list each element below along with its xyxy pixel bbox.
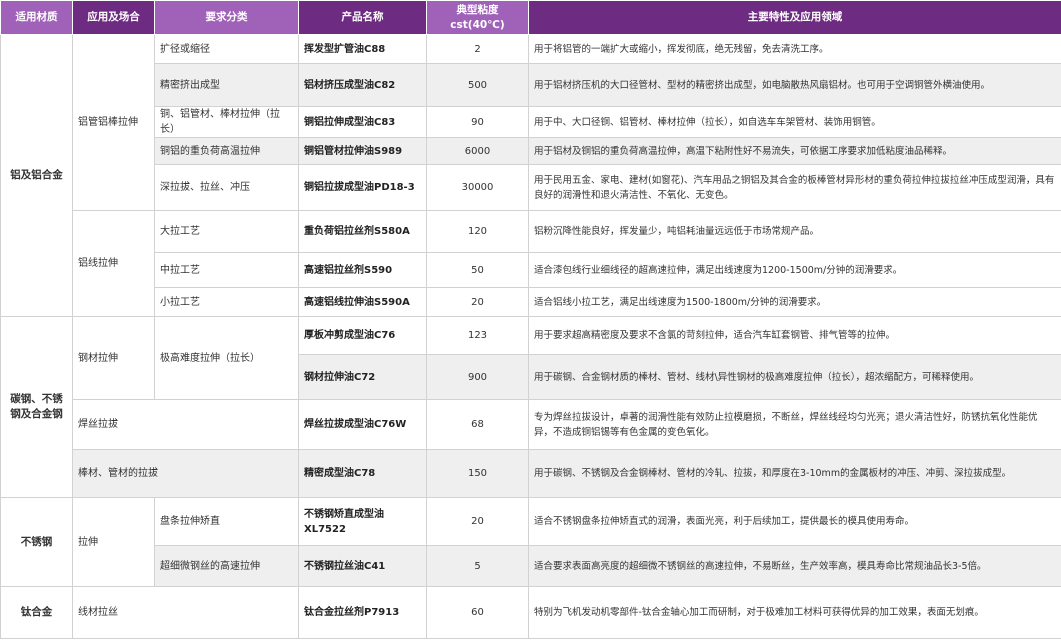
viscosity-value: 20 [426, 287, 529, 317]
material-aluminum: 铝及铝合金 [0, 34, 73, 317]
product-name: 高速铝拉丝剂S590 [298, 252, 427, 288]
feature-description: 适合铝线小拉工艺，满足出线速度为1500-1800m/分钟的润滑要求。 [528, 287, 1061, 317]
viscosity-value: 150 [426, 449, 529, 498]
product-name: 重负荷铝拉丝剂S580A [298, 210, 427, 253]
application-steel-drawing: 钢材拉伸 [72, 316, 155, 400]
viscosity-value: 123 [426, 316, 529, 355]
viscosity-value: 900 [426, 354, 529, 400]
viscosity-value: 60 [426, 586, 529, 639]
table-row: 铜铝的重负荷高温拉伸 铜铝管材拉伸油S989 6000 用于铝材及铜铝的重负荷高… [1, 137, 1061, 165]
feature-description: 用于铝材及铜铝的重负荷高温拉伸，高温下粘附性好不易流失，可依据工序要求加低粘度油… [528, 137, 1061, 165]
feature-description: 专为焊丝拉拔设计，卓著的润滑性能有效防止拉模磨损，不断丝，焊丝线经均匀光亮；退火… [528, 399, 1061, 450]
product-name: 精密成型油C78 [298, 449, 427, 498]
viscosity-value: 90 [426, 106, 529, 138]
feature-description: 用于将铝管的一端扩大或缩小，挥发彻底，绝无残留，免去清洗工序。 [528, 34, 1061, 64]
feature-description: 适合要求表面高亮度的超细微不锈钢丝的高速拉伸，不易断丝，生产效率高，模具寿命比常… [528, 545, 1061, 587]
product-name: 铜铝管材拉伸油S989 [298, 137, 427, 165]
application-weld-wire: 焊丝拉拔 [72, 399, 299, 450]
viscosity-value: 120 [426, 210, 529, 253]
feature-description: 用于碳钢、合金钢材质的棒材、管材、线材\异性钢材的极高难度拉伸（拉长），超浓缩配… [528, 354, 1061, 400]
requirement-cell: 深拉拔、拉丝、冲压 [154, 164, 299, 211]
viscosity-value: 20 [426, 497, 529, 546]
feature-description: 适合漆包线行业细线径的超高速拉伸，满足出线速度为1200-1500m/分钟的润滑… [528, 252, 1061, 288]
material-stainless: 不锈钢 [0, 497, 73, 587]
table-row: 碳钢、不锈钢及合金钢 钢材拉伸 极高难度拉伸（拉长） 厚板冲剪成型油C76 12… [0, 316, 1061, 498]
requirement-cell: 铜铝的重负荷高温拉伸 [154, 137, 299, 165]
product-name: 铜铝拉伸成型油C83 [298, 106, 427, 138]
header-application: 应用及场合 [72, 0, 155, 35]
requirement-cell: 精密挤出成型 [154, 63, 299, 107]
table-row: 不锈钢 拉伸 盘条拉伸矫直 不锈钢矫直成型油XL7522 20 适合不锈钢盘条拉… [0, 497, 1061, 587]
table-row: 铝及铝合金 铝管铝棒拉伸 扩径或缩径 挥发型扩管油C88 2 用于将铝管的一端扩… [0, 34, 1061, 317]
product-name: 铜铝拉拔成型油PD18-3 [298, 164, 427, 211]
table-row: 精密挤出成型 铝材挤压成型油C82 500 用于铝材挤压机的大口径管材、型材的精… [1, 63, 1061, 107]
application-ss-drawing: 拉伸 [72, 497, 155, 587]
requirement-cell: 小拉工艺 [154, 287, 299, 317]
feature-description: 用于要求超高精密度及要求不含氯的苛刻拉伸，适合汽车缸套钢管、排气管等的拉伸。 [528, 316, 1061, 355]
requirement-cell: 中拉工艺 [154, 252, 299, 288]
product-name: 高速铝线拉伸油S590A [298, 287, 427, 317]
product-name: 不锈钢矫直成型油XL7522 [298, 497, 427, 546]
header-material: 适用材质 [0, 0, 73, 35]
feature-description: 适合不锈钢盘条拉伸矫直式的润滑，表面光亮，利于后续加工，提供最长的模具使用寿命。 [528, 497, 1061, 546]
requirement-cell: 大拉工艺 [154, 210, 299, 253]
table-row: 中拉工艺 高速铝拉丝剂S590 50 适合漆包线行业细线径的超高速拉伸，满足出线… [1, 252, 1061, 288]
application-ti-wire: 线材拉丝 [72, 586, 299, 639]
viscosity-value: 500 [426, 63, 529, 107]
product-name: 厚板冲剪成型油C76 [298, 316, 427, 355]
table-row: 铝线拉伸 大拉工艺 重负荷铝拉丝剂S580A 120 铝粉沉降性能良好，挥发量少… [1, 210, 1061, 317]
application-al-tube-rod: 铝管铝棒拉伸 [72, 34, 155, 211]
product-name: 不锈钢拉丝油C41 [298, 545, 427, 587]
requirement-cell: 扩径或缩径 [154, 34, 299, 64]
feature-description: 用于中、大口径铜、铝管材、棒材拉伸（拉长），如自选车车架管材、装饰用铜管。 [528, 106, 1061, 138]
viscosity-value: 5 [426, 545, 529, 587]
feature-description: 铝粉沉降性能良好，挥发量少，吨铝耗油量远远低于市场常规产品。 [528, 210, 1061, 253]
viscosity-value: 6000 [426, 137, 529, 165]
product-name: 钢材拉伸油C72 [298, 354, 427, 400]
feature-description: 特别为飞机发动机零部件-钛合金轴心加工而研制，对于极难加工材料可获得优异的加工效… [528, 586, 1061, 639]
product-name: 钛合金拉丝剂P7913 [298, 586, 427, 639]
requirement-cell: 极高难度拉伸（拉长） [154, 316, 299, 400]
product-name: 焊丝拉拔成型油C76W [298, 399, 427, 450]
header-row: 适用材质 应用及场合 要求分类 产品名称 典型粘度cst(40℃) 主要特性及应… [0, 0, 1061, 35]
table-row: 小拉工艺 高速铝线拉伸油S590A 20 适合铝线小拉工艺，满足出线速度为150… [1, 287, 1061, 317]
product-name: 铝材挤压成型油C82 [298, 63, 427, 107]
table-row: 钛合金 线材拉丝 钛合金拉丝剂P7913 60 特别为飞机发动机零部件-钛合金轴… [0, 586, 1061, 639]
header-features: 主要特性及应用领域 [528, 0, 1061, 35]
material-carbon-steel: 碳钢、不锈钢及合金钢 [0, 316, 73, 498]
product-spec-table: 适用材质 应用及场合 要求分类 产品名称 典型粘度cst(40℃) 主要特性及应… [0, 0, 1061, 639]
requirement-cell: 铜、铝管材、棒材拉伸（拉长） [154, 106, 299, 138]
viscosity-value: 50 [426, 252, 529, 288]
header-requirement: 要求分类 [154, 0, 299, 35]
requirement-cell: 超细微钢丝的高速拉伸 [154, 545, 299, 587]
table-row: 铜、铝管材、棒材拉伸（拉长） 铜铝拉伸成型油C83 90 用于中、大口径铜、铝管… [1, 106, 1061, 138]
header-product: 产品名称 [298, 0, 427, 35]
table-row: 深拉拔、拉丝、冲压 铜铝拉拔成型油PD18-3 30000 用于民用五金、家电、… [1, 164, 1061, 211]
viscosity-value: 68 [426, 399, 529, 450]
table-row: 焊丝拉拔 焊丝拉拔成型油C76W 68 专为焊丝拉拔设计，卓著的润滑性能有效防止… [1, 399, 1061, 450]
application-al-wire: 铝线拉伸 [72, 210, 155, 317]
table-row: 超细微钢丝的高速拉伸 不锈钢拉丝油C41 5 适合要求表面高亮度的超细微不锈钢丝… [1, 545, 1061, 587]
viscosity-value: 30000 [426, 164, 529, 211]
feature-description: 用于碳钢、不锈钢及合金钢棒材、管材的冷轧、拉拔，和厚度在3-10mm的金属板材的… [528, 449, 1061, 498]
header-viscosity: 典型粘度cst(40℃) [426, 0, 529, 35]
viscosity-value: 2 [426, 34, 529, 64]
product-name: 挥发型扩管油C88 [298, 34, 427, 64]
requirement-cell: 盘条拉伸矫直 [154, 497, 299, 546]
feature-description: 用于民用五金、家电、建材(如窗花)、汽车用品之铜铝及其合金的板棒管材异形材的重负… [528, 164, 1061, 211]
application-bar-tube: 棒材、管材的拉拔 [72, 449, 299, 498]
table-row: 棒材、管材的拉拔 精密成型油C78 150 用于碳钢、不锈钢及合金钢棒材、管材的… [1, 449, 1061, 498]
material-titanium: 钛合金 [0, 586, 73, 639]
feature-description: 用于铝材挤压机的大口径管材、型材的精密挤出成型，如电脑散热风扇铝材。也可用于空调… [528, 63, 1061, 107]
